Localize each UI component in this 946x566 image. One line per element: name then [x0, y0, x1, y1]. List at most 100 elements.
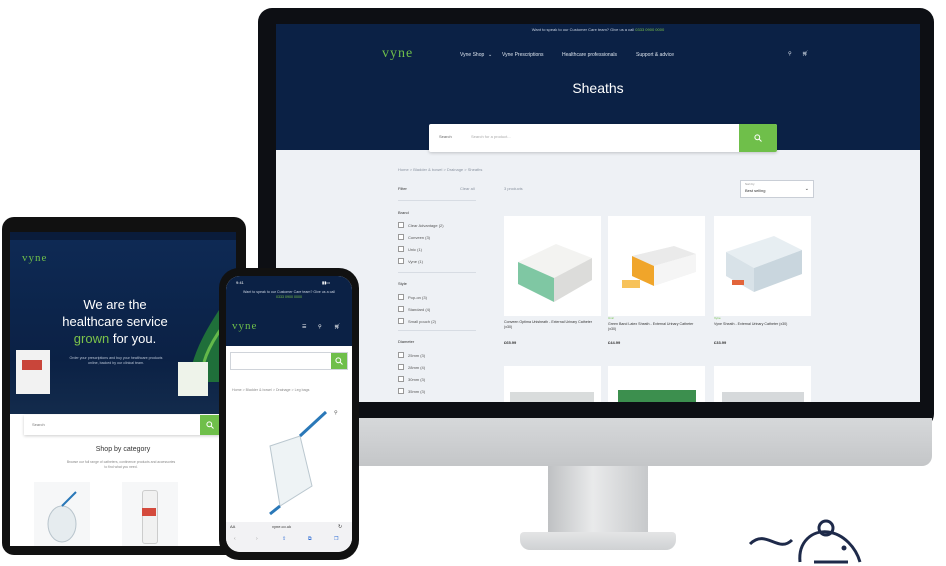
product-image	[726, 236, 802, 292]
bottle-label	[142, 508, 156, 516]
menu-icon[interactable]: ☰	[302, 324, 306, 330]
product-bottle-image	[142, 490, 158, 544]
sort-value: Best selling	[745, 188, 766, 193]
tablet-logo[interactable]: vyne	[22, 252, 47, 264]
search-icon	[754, 134, 762, 142]
headline-line-2: healthcare service	[62, 314, 168, 329]
product-image	[618, 390, 696, 402]
filter-checkbox[interactable]: Standard (4)	[398, 306, 430, 312]
product-brand: Unic	[608, 316, 615, 320]
user-icon[interactable]: ⚲	[318, 324, 322, 330]
product-name[interactable]: Green Band Latex Sheath - External Urina…	[608, 322, 700, 332]
product-search-bar: Search Search for a product...	[429, 124, 777, 152]
divider	[398, 272, 476, 273]
product-card[interactable]	[504, 216, 601, 316]
filter-checkbox[interactable]: Vyne (1)	[398, 258, 423, 264]
phone-screen: 9:41 ▮▮▭ Want to speak to our Customer C…	[226, 276, 352, 552]
cart-icon[interactable]: 🛒︎	[802, 51, 808, 57]
product-name[interactable]: Conveen Optima Unisheath - External Urin…	[504, 320, 596, 330]
desktop-monitor-foot	[520, 532, 676, 550]
phone-logo[interactable]: vyne	[232, 320, 257, 332]
search-label: Search	[439, 134, 452, 139]
nav-vyne-prescriptions[interactable]: Vyne Prescriptions	[502, 52, 544, 58]
shop-by-category-subtext: Browse our full range of catheters, cont…	[66, 460, 176, 469]
search-button[interactable]	[739, 124, 777, 152]
filter-checkbox[interactable]: Small pouch (2)	[398, 318, 436, 324]
filter-option-label: Standard (4)	[408, 306, 431, 312]
product-card[interactable]	[608, 366, 705, 402]
filter-option-label: 25mm (3)	[408, 352, 426, 358]
site-logo[interactable]: vyne	[382, 46, 413, 62]
text-size-icon[interactable]: AA	[230, 524, 235, 529]
filter-checkbox[interactable]: 35mm (3)	[398, 388, 425, 394]
announcement-text: Want to speak to our Customer Care team?…	[531, 27, 635, 32]
sort-select[interactable]: Sort by Best selling ⌄	[740, 180, 814, 198]
filter-group-heading: Style	[398, 281, 407, 286]
tablet-hero-subtext: Order your prescriptions and buy your he…	[69, 356, 163, 366]
phone-breadcrumb[interactable]: Home > Bladder & bowel > Drainage > Leg …	[232, 388, 342, 393]
breadcrumb[interactable]: Home > Bladder & bowel > Drainage > Shea…	[398, 167, 482, 172]
divider	[398, 330, 476, 331]
back-icon[interactable]: ‹	[234, 536, 236, 542]
phone-status-time: 9:41	[236, 280, 244, 285]
phone-search-bar[interactable]	[230, 352, 348, 370]
nav-vyne-shop[interactable]: Vyne Shop	[460, 52, 484, 58]
forward-icon[interactable]: ›	[256, 536, 258, 542]
filter-checkbox[interactable]: Pop-on (3)	[398, 294, 427, 300]
product-price: £33.99	[714, 340, 727, 345]
filter-group-heading: Diameter	[398, 339, 415, 344]
filter-group-heading: Brand	[398, 210, 409, 215]
bookmarks-icon[interactable]: ⧉	[308, 536, 312, 542]
product-box-label	[22, 360, 42, 370]
search-input[interactable]: Search for a product...	[471, 134, 511, 139]
desktop-monitor-chin	[262, 418, 932, 466]
filter-option-label: Clear Advantage (2)	[408, 222, 444, 228]
filter-checkbox[interactable]: Conveen (3)	[398, 234, 430, 240]
shop-by-category-title: Shop by category	[95, 446, 151, 453]
product-brand: Vyne	[714, 316, 721, 320]
nav-dropdown-icon[interactable]: ⌄	[488, 52, 492, 58]
filter-checkbox[interactable]: 28mm (4)	[398, 364, 425, 370]
filter-checkbox[interactable]: 30mm (3)	[398, 376, 425, 382]
desktop-screen: Want to speak to our Customer Care team?…	[276, 24, 920, 402]
filter-option-label: Small pouch (2)	[408, 318, 437, 324]
category-card[interactable]	[122, 482, 178, 546]
nav-healthcare-professionals[interactable]: Healthcare professionals	[562, 52, 617, 58]
filter-option-label: Pop-on (3)	[408, 294, 427, 300]
reload-icon[interactable]: ↻	[338, 524, 342, 530]
filter-option-label: 35mm (3)	[408, 388, 426, 394]
product-price: £65.99	[504, 340, 517, 345]
tablet-search-bar[interactable]: Search	[24, 415, 220, 435]
headline-green-word: grown	[73, 331, 110, 346]
product-card[interactable]	[608, 216, 705, 316]
product-card[interactable]	[714, 366, 811, 402]
category-card[interactable]	[34, 482, 90, 546]
filter-checkbox[interactable]: 25mm (3)	[398, 352, 425, 358]
result-count: 3 products	[504, 186, 523, 191]
phone-announcement-number[interactable]: 0333 0900 0000	[226, 295, 352, 300]
user-icon[interactable]: ⚲	[788, 51, 792, 57]
zoom-icon[interactable]: ⚲	[334, 410, 338, 416]
tablet-search-button[interactable]	[200, 415, 220, 435]
phone-announcement: Want to speak to our Customer Care team?…	[226, 290, 352, 310]
clear-filters-link[interactable]: Clear all	[460, 186, 475, 191]
announcement-phone-link[interactable]: 0333 0900 0000	[635, 27, 664, 32]
leg-bag-image	[47, 491, 77, 543]
product-image	[722, 392, 804, 402]
tabs-icon[interactable]: ❐	[334, 536, 338, 542]
search-icon	[335, 357, 343, 365]
filter-checkbox[interactable]: Clear Advantage (2)	[398, 222, 444, 228]
share-icon[interactable]: ⇪	[282, 536, 286, 542]
product-box-image	[178, 362, 208, 396]
product-card[interactable]	[714, 216, 811, 316]
url-text[interactable]: vyne.co.uk	[272, 524, 291, 529]
product-card[interactable]	[504, 366, 601, 402]
product-image	[518, 244, 592, 302]
cart-icon[interactable]: 🛒︎	[334, 324, 340, 330]
desktop-monitor-stand	[548, 466, 648, 538]
filter-checkbox[interactable]: Unic (1)	[398, 246, 422, 252]
nav-support-advice[interactable]: Support & advice	[636, 52, 674, 58]
product-name[interactable]: Vyne Sheath - External Urinary Catheter …	[714, 322, 806, 327]
phone-search-button[interactable]	[331, 353, 347, 369]
mouse-logo-icon	[748, 519, 862, 564]
